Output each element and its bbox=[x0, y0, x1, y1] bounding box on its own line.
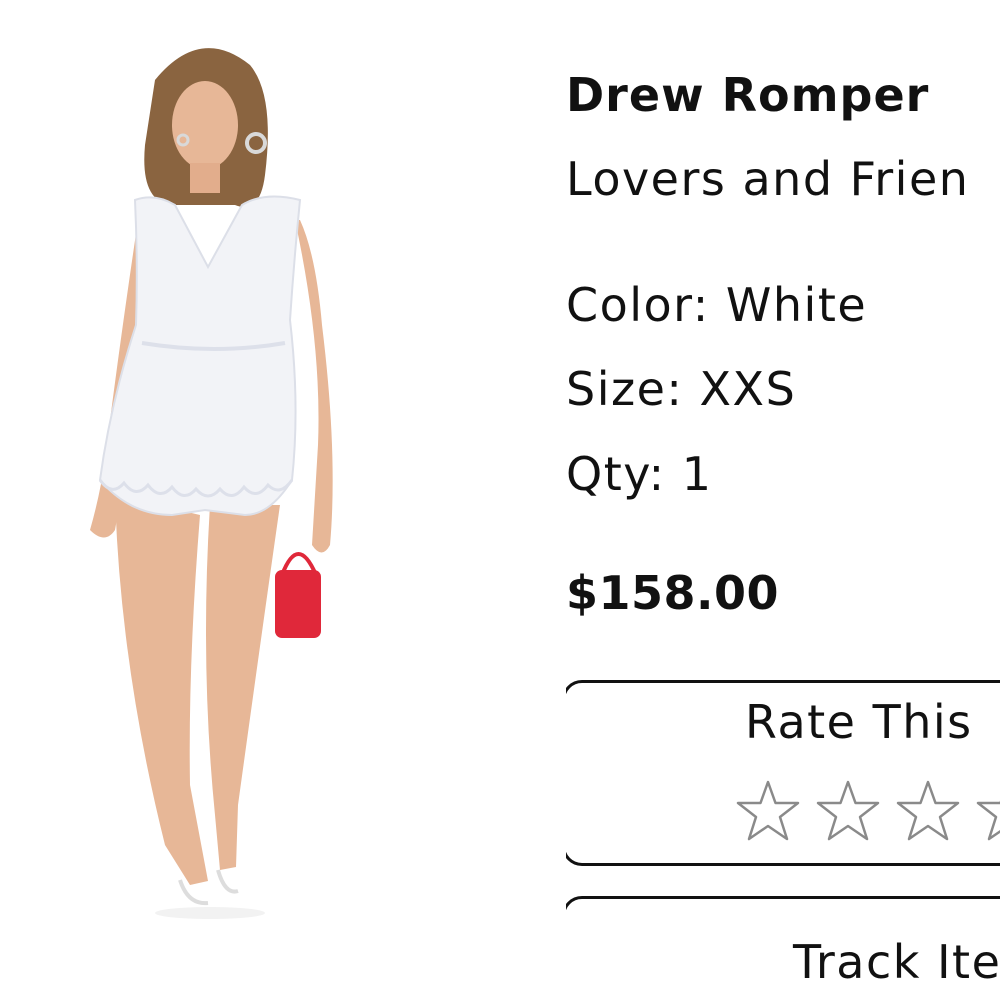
star-rating bbox=[735, 779, 1000, 845]
product-size: Size: XXS bbox=[566, 362, 797, 416]
rate-this-title: Rate This bbox=[745, 695, 973, 749]
rate-this-panel: Rate This bbox=[566, 680, 1000, 866]
product-photo-icon bbox=[90, 48, 333, 919]
star-outline-icon[interactable] bbox=[815, 779, 881, 845]
star-outline-icon[interactable] bbox=[895, 779, 961, 845]
star-outline-icon[interactable] bbox=[735, 779, 801, 845]
track-item-button[interactable]: Track Ite bbox=[566, 896, 1000, 1000]
product-title: Drew Romper bbox=[566, 68, 930, 122]
star-outline-icon[interactable] bbox=[975, 779, 1000, 845]
track-item-label: Track Ite bbox=[793, 935, 1000, 989]
product-price: $158.00 bbox=[566, 566, 780, 620]
product-details: Drew Romper Lovers and Frien Color: Whit… bbox=[566, 0, 1000, 1000]
product-brand[interactable]: Lovers and Frien bbox=[566, 152, 969, 206]
product-color: Color: White bbox=[566, 278, 868, 332]
product-qty: Qty: 1 bbox=[566, 447, 713, 501]
product-image bbox=[60, 25, 360, 990]
